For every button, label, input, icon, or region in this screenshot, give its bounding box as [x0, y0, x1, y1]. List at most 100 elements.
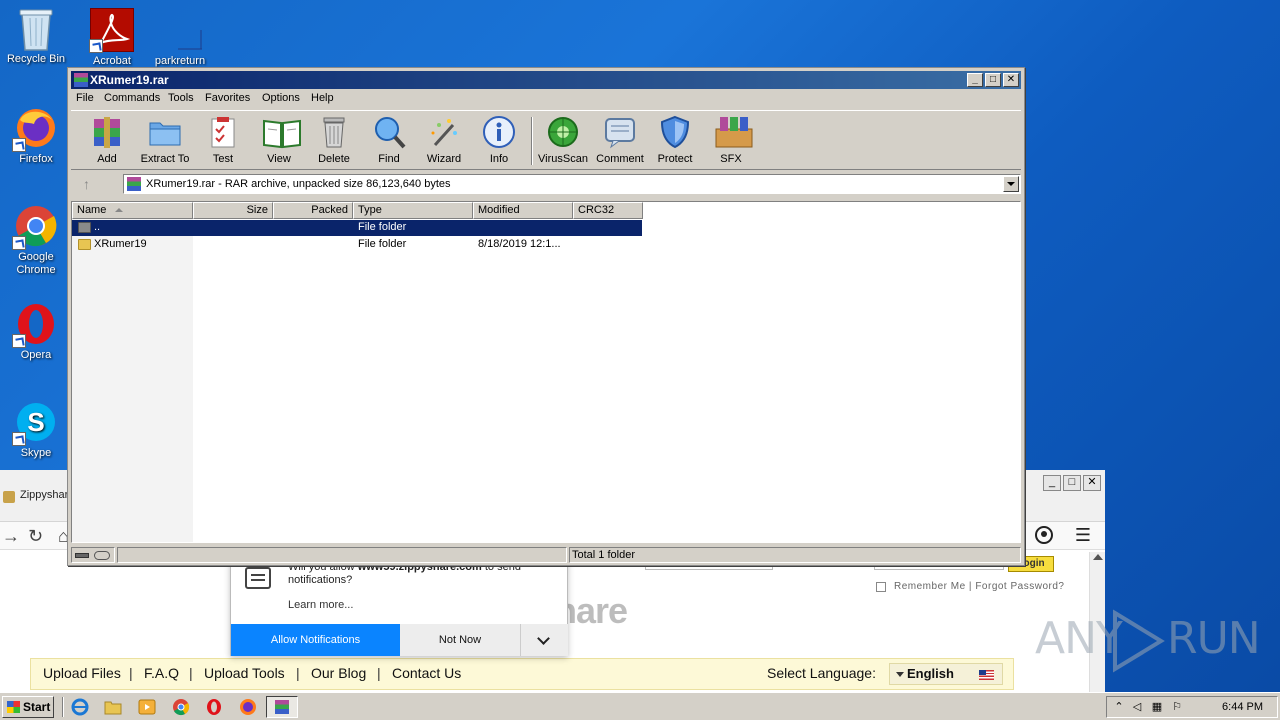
- desktop-icon-opera[interactable]: Opera: [0, 302, 72, 362]
- sfx-button[interactable]: SFX: [703, 115, 759, 165]
- forgot-password-link[interactable]: Forgot Password?: [975, 581, 1064, 592]
- start-button[interactable]: Start: [2, 696, 54, 718]
- dropdown-arrow-icon[interactable]: [1003, 176, 1019, 192]
- action-center-flag-icon[interactable]: ⚐: [1171, 701, 1183, 713]
- status-icons: [71, 547, 115, 563]
- recycle-bin-icon: [14, 6, 58, 51]
- language-select[interactable]: English: [889, 663, 1003, 685]
- explorer-icon[interactable]: [104, 698, 122, 716]
- desktop-icon-parkreturn[interactable]: parkreturn: [144, 8, 216, 68]
- minimize-icon[interactable]: _: [967, 73, 983, 87]
- browser-tab-title: Zippyshar: [20, 489, 68, 501]
- virusscan-label: VirusScan: [538, 153, 588, 165]
- media-player-icon[interactable]: [138, 698, 156, 716]
- nav-upload-tools[interactable]: Upload Tools: [204, 665, 285, 681]
- shortcut-arrow-icon: [12, 334, 26, 348]
- site-nav: Upload Files | F.A.Q | Upload Tools | Ou…: [30, 658, 1014, 690]
- account-icon[interactable]: [1035, 526, 1053, 544]
- address-bar: ↑ XRumer19.rar - RAR archive, unpacked s…: [71, 172, 1021, 196]
- nav-our-blog[interactable]: Our Blog: [311, 665, 366, 681]
- archive-path: XRumer19.rar - RAR archive, unpacked siz…: [146, 178, 451, 190]
- path-combobox[interactable]: XRumer19.rar - RAR archive, unpacked siz…: [123, 174, 1021, 194]
- taskbar-winrar-button[interactable]: [266, 696, 298, 718]
- allow-notifications-button[interactable]: Allow Notifications: [231, 624, 400, 656]
- column-crc32[interactable]: CRC32: [573, 202, 643, 219]
- volume-icon[interactable]: ◁: [1131, 701, 1143, 713]
- chevron-down-icon[interactable]: [521, 624, 568, 656]
- row-name: ..: [94, 221, 101, 233]
- delete-button[interactable]: Delete: [306, 115, 362, 165]
- remember-me-checkbox[interactable]: [876, 582, 886, 592]
- opera-icon[interactable]: [205, 698, 223, 716]
- menu-favorites[interactable]: Favorites: [205, 92, 250, 104]
- not-now-button[interactable]: Not Now: [400, 624, 521, 656]
- add-icon: [90, 115, 124, 149]
- extract-to-button[interactable]: Extract To: [137, 115, 193, 165]
- column-name[interactable]: Name: [72, 202, 193, 219]
- menu-options[interactable]: Options: [262, 92, 300, 104]
- protect-label: Protect: [657, 153, 693, 165]
- delete-label: Delete: [318, 153, 350, 165]
- desktop-icon-firefox[interactable]: Firefox: [0, 106, 72, 166]
- ie-icon[interactable]: [71, 698, 89, 716]
- learn-more-link[interactable]: Learn more...: [288, 599, 353, 611]
- menu-file[interactable]: File: [76, 92, 94, 104]
- svg-text:S: S: [27, 407, 44, 437]
- maximize-icon[interactable]: □: [985, 73, 1001, 87]
- add-button[interactable]: Add: [79, 115, 135, 165]
- delete-icon: [317, 115, 351, 149]
- desktop-icon-acrobat[interactable]: Acrobat: [76, 8, 148, 68]
- extract-to-label: Extract To: [140, 153, 190, 165]
- close-icon[interactable]: ✕: [1083, 475, 1101, 491]
- up-arrow-icon[interactable]: ↑: [83, 176, 99, 192]
- file-list[interactable]: Name Size Packed Type Modified CRC32 .. …: [71, 201, 1021, 543]
- chrome-icon: [12, 204, 58, 250]
- column-type[interactable]: Type: [353, 202, 473, 219]
- test-icon: [206, 115, 240, 149]
- winrar-titlebar[interactable]: XRumer19.rar _ □ ✕: [71, 71, 1021, 89]
- desktop-icon-skype[interactable]: S Skype: [0, 400, 72, 460]
- protect-button[interactable]: Protect: [647, 115, 703, 165]
- tray-expand-icon[interactable]: ⌃: [1113, 701, 1125, 713]
- close-icon[interactable]: ✕: [1003, 73, 1019, 87]
- menu-commands[interactable]: Commands: [104, 92, 160, 104]
- select-language-label: Select Language:: [767, 665, 876, 681]
- firefox-icon[interactable]: [239, 698, 257, 716]
- view-button[interactable]: View: [251, 115, 307, 165]
- desktop-icon-recycle-bin[interactable]: Recycle Bin: [0, 6, 72, 66]
- skype-icon: S: [12, 400, 58, 446]
- scroll-up-icon[interactable]: [1093, 554, 1103, 560]
- test-button[interactable]: Test: [195, 115, 251, 165]
- browser-tab[interactable]: Zippyshar: [0, 486, 68, 508]
- menu-help[interactable]: Help: [311, 92, 334, 104]
- table-row[interactable]: .. File folder: [72, 220, 642, 236]
- minimize-icon[interactable]: _: [1043, 475, 1061, 491]
- back-icon[interactable]: →: [2, 526, 20, 547]
- desktop-icon-chrome[interactable]: Google Chrome: [0, 204, 72, 277]
- wizard-button[interactable]: Wizard: [416, 115, 472, 165]
- nav-contact-us[interactable]: Contact Us: [392, 665, 461, 681]
- row-type: File folder: [358, 238, 407, 250]
- window-title: XRumer19.rar: [90, 73, 169, 87]
- reload-icon[interactable]: ↻: [28, 526, 43, 547]
- column-modified[interactable]: Modified: [473, 202, 573, 219]
- nav-faq[interactable]: F.A.Q: [144, 665, 179, 681]
- column-packed[interactable]: Packed: [273, 202, 353, 219]
- hamburger-menu-icon[interactable]: ☰: [1075, 525, 1091, 546]
- find-button[interactable]: Find: [361, 115, 417, 165]
- protect-icon: [658, 115, 692, 149]
- info-button[interactable]: Info: [471, 115, 527, 165]
- sfx-icon: [714, 115, 753, 149]
- column-size[interactable]: Size: [193, 202, 273, 219]
- table-row[interactable]: XRumer19 File folder 8/18/2019 12:1...: [72, 237, 642, 253]
- nav-upload-files[interactable]: Upload Files: [43, 665, 121, 681]
- menu-bar: File Commands Tools Favorites Options He…: [71, 90, 1021, 108]
- archive-icon: [127, 177, 141, 191]
- menu-tools[interactable]: Tools: [168, 92, 194, 104]
- comment-button[interactable]: Comment: [592, 115, 648, 165]
- maximize-icon[interactable]: □: [1063, 475, 1081, 491]
- network-icon[interactable]: ▦: [1151, 701, 1163, 713]
- clock[interactable]: 6:44 PM: [1222, 701, 1263, 713]
- virusscan-button[interactable]: VirusScan: [535, 115, 591, 165]
- chrome-icon[interactable]: [172, 698, 190, 716]
